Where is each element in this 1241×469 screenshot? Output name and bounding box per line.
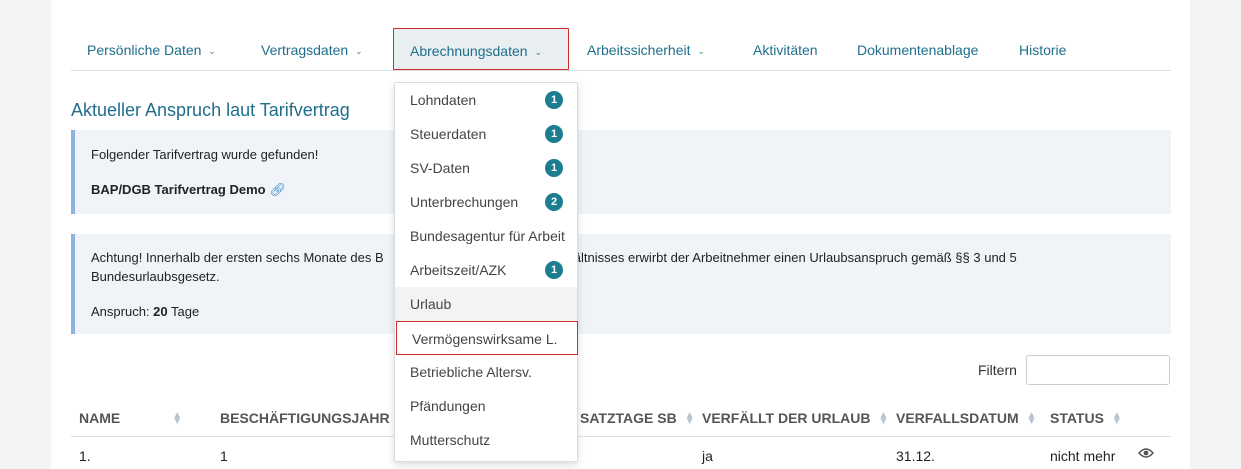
chevron-down-icon: ⌄: [697, 46, 706, 56]
menu-item-pfaendungen[interactable]: Pfändungen: [395, 389, 577, 423]
chevron-down-icon: ⌄: [208, 46, 216, 56]
menu-item-label: Urlaub: [410, 296, 452, 312]
sort-icon: ▲ ▼: [684, 410, 695, 428]
sort-icon: ▲ ▼: [1111, 410, 1122, 428]
menu-item-lohndaten[interactable]: Lohndaten 1: [395, 83, 577, 117]
count-badge: 2: [545, 193, 563, 211]
column-header-status[interactable]: STATUS ▲ ▼: [1050, 410, 1122, 428]
menu-item-label: Lohndaten: [410, 92, 477, 108]
sort-icon: ▲ ▼: [1026, 410, 1037, 428]
menu-item-vermoegenswirksame[interactable]: Vermögenswirksame L.: [396, 321, 578, 355]
chevron-down-icon: ⌄: [355, 46, 363, 56]
count-badge: 1: [545, 91, 563, 109]
menu-item-label: SV-Daten: [410, 160, 470, 176]
tab-abrechnungsdaten[interactable]: Abrechnungsdaten ⌄: [393, 28, 569, 70]
cell-date: 31.12.: [896, 448, 935, 464]
link-icon: 🔗︎: [269, 182, 287, 197]
tab-label: Dokumentenablage: [857, 42, 979, 58]
menu-item-betriebliche-altersv[interactable]: Betriebliche Altersv.: [395, 355, 577, 389]
column-header-year[interactable]: BESCHÄFTIGUNGSJAHR: [220, 410, 390, 426]
menu-item-bundesagentur[interactable]: Bundesagentur für Arbeit: [395, 219, 577, 253]
table-divider: [71, 436, 1171, 437]
sort-icon: ▲ ▼: [878, 410, 889, 428]
column-header-satztage[interactable]: SATZTAGE SB ▲ ▼: [580, 410, 695, 428]
column-header-date[interactable]: VERFALLSDATUM ▲ ▼: [896, 410, 1037, 428]
chevron-down-icon: ⌄: [534, 47, 543, 57]
entitlement-unit: Tage: [171, 304, 200, 319]
content-page: Persönliche Daten ⌄ Vertragsdaten ⌄ Abrech…: [51, 0, 1190, 469]
tariff-link[interactable]: BAP/DGB Tarifvertrag Demo 🔗︎: [91, 182, 286, 198]
menu-item-label: Steuerdaten: [410, 126, 487, 142]
menu-item-urlaub[interactable]: Urlaub: [395, 287, 577, 321]
tab-label: Vertragsdaten: [261, 42, 349, 58]
tab-label: Abrechnungsdaten: [410, 43, 528, 59]
warning-text-left: Achtung! Innerhalb der ersten sechs Mona…: [91, 250, 384, 265]
entitlement: Anspruch: 20 Tage: [91, 304, 199, 319]
menu-item-arbeitszeit[interactable]: Arbeitszeit/AZK 1: [395, 253, 577, 287]
column-header-name[interactable]: NAME ▲ ▼: [79, 410, 183, 428]
menu-item-label: Unterbrechungen: [410, 194, 519, 210]
menu-item-label: Betriebliche Altersv.: [410, 364, 532, 380]
abrechnungsdaten-dropdown: Lohndaten 1 Steuerdaten 1 SV-Daten 1 Unt…: [394, 82, 578, 462]
tab-label: Historie: [1019, 42, 1067, 58]
menu-item-label: Vermögenswirksame L.: [412, 331, 558, 347]
cell-year: 1: [220, 448, 228, 464]
menu-item-mutterschutz[interactable]: Mutterschutz: [395, 423, 577, 457]
warning-text-line2: Bundesurlaubsgesetz.: [91, 269, 220, 284]
tab-arbeitssicherheit[interactable]: Arbeitssicherheit ⌄: [571, 28, 721, 70]
filter-label: Filtern: [978, 362, 1017, 378]
menu-item-sv-daten[interactable]: SV-Daten 1: [395, 151, 577, 185]
tab-dokumentenablage[interactable]: Dokumentenablage: [841, 28, 994, 70]
tab-bar: Persönliche Daten ⌄ Vertragsdaten ⌄ Abrech…: [71, 28, 1171, 71]
column-header-expires[interactable]: VERFÄLLT DER URLAUB ▲ ▼: [702, 410, 889, 428]
filter-input[interactable]: [1026, 355, 1170, 385]
tariff-info-box: Folgender Tarifvertrag wurde gefunden! B…: [71, 130, 1171, 214]
tab-aktivitaeten[interactable]: Aktivitäten: [737, 28, 834, 70]
eye-icon[interactable]: [1138, 446, 1154, 462]
header-label: VERFALLSDATUM: [896, 410, 1019, 426]
warning-text-right: erhältnisses erwirbt der Arbeitnehmer ei…: [555, 250, 1017, 265]
header-label: NAME: [79, 410, 121, 426]
vacation-info-box: Achtung! Innerhalb der ersten sechs Mona…: [71, 234, 1171, 334]
header-label: VERFÄLLT DER URLAUB: [702, 410, 871, 426]
count-badge: 1: [545, 125, 563, 143]
tab-persoenliche-daten[interactable]: Persönliche Daten ⌄: [71, 28, 232, 70]
tab-label: Aktivitäten: [753, 42, 818, 58]
cell-name: 1.: [79, 448, 91, 464]
entitlement-label: Anspruch:: [91, 304, 150, 319]
count-badge: 1: [545, 261, 563, 279]
menu-item-label: Bundesagentur für Arbeit: [410, 228, 565, 244]
menu-item-label: Arbeitszeit/AZK: [410, 262, 507, 278]
header-label: STATUS: [1050, 410, 1104, 426]
entitlement-value: 20: [153, 304, 168, 319]
tab-historie[interactable]: Historie: [1003, 28, 1082, 70]
header-label: SATZTAGE SB: [580, 410, 677, 426]
tariff-name: BAP/DGB Tarifvertrag Demo: [91, 182, 266, 197]
menu-item-unterbrechungen[interactable]: Unterbrechungen 2: [395, 185, 577, 219]
cell-expires: ja: [702, 448, 713, 464]
tab-vertragsdaten[interactable]: Vertragsdaten ⌄: [245, 28, 379, 70]
sort-icon: ▲ ▼: [172, 410, 183, 428]
menu-item-label: Pfändungen: [410, 398, 486, 414]
cell-status: nicht mehr: [1050, 448, 1116, 464]
section-title: Aktueller Anspruch laut Tarifvertrag: [71, 100, 350, 120]
tab-label: Arbeitssicherheit: [587, 42, 691, 58]
tab-label: Persönliche Daten: [87, 42, 202, 58]
menu-item-steuerdaten[interactable]: Steuerdaten 1: [395, 117, 577, 151]
header-label: BESCHÄFTIGUNGSJAHR: [220, 410, 390, 426]
tariff-found-text: Folgender Tarifvertrag wurde gefunden!: [91, 147, 319, 162]
count-badge: 1: [545, 159, 563, 177]
menu-item-label: Mutterschutz: [410, 432, 491, 448]
